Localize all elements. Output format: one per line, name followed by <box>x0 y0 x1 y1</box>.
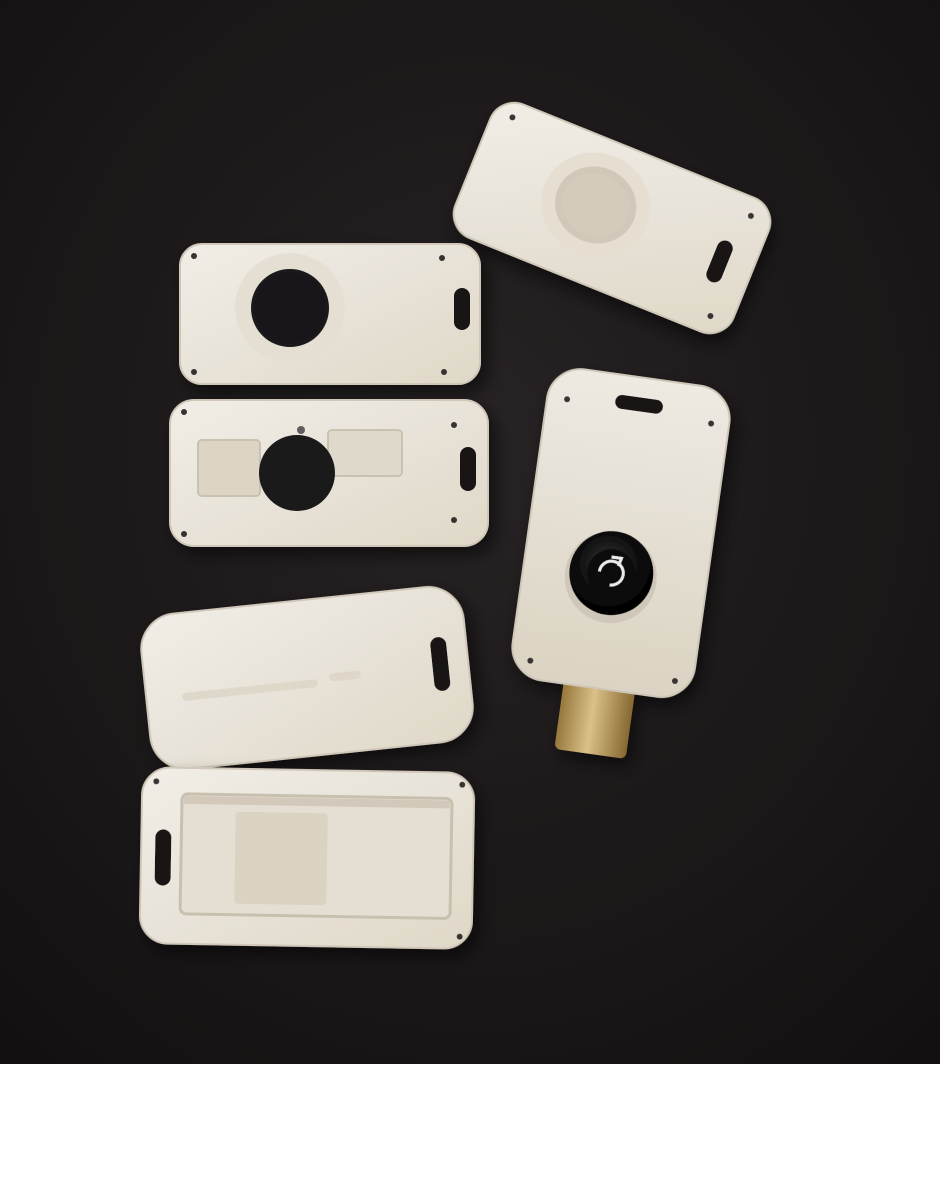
product-photo <box>0 0 940 1064</box>
bottom-white-margin <box>0 1064 940 1200</box>
photo-canvas <box>0 0 940 1064</box>
